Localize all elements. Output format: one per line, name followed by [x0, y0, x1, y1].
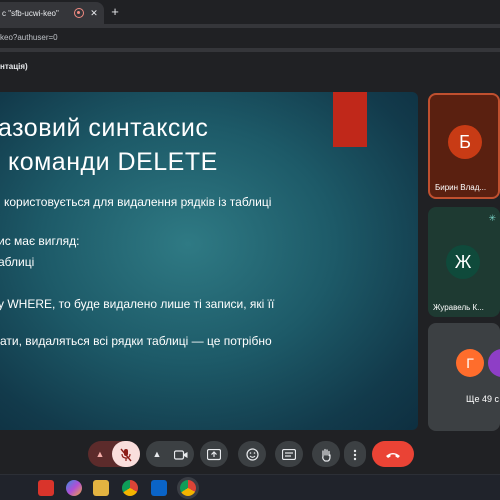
more-vert-icon — [353, 449, 357, 461]
outlook-icon[interactable] — [151, 480, 167, 496]
tab-title: c "sfb-ucwi-keo" — [2, 8, 59, 18]
avatar: Ж — [446, 245, 480, 279]
more-options-button[interactable] — [344, 441, 366, 467]
shared-slide: азовий синтаксис команди DELETE користов… — [0, 92, 418, 430]
chevron-up-icon[interactable]: ▲ — [146, 441, 168, 467]
slide-heading-line1: азовий синтаксис — [0, 114, 209, 142]
avatar — [488, 349, 500, 377]
file-explorer-icon[interactable] — [93, 480, 109, 496]
recording-icon — [74, 8, 84, 18]
participant-tile[interactable]: Б Бирин Влад... — [428, 93, 500, 199]
new-tab-button[interactable]: + — [108, 5, 122, 19]
presentation-label: нтація) — [0, 62, 28, 71]
browser-tab-meet[interactable]: c "sfb-ucwi-keo" ✕ — [0, 2, 104, 24]
slide-heading-line2: команди DELETE — [8, 148, 218, 176]
leave-call-button[interactable] — [372, 441, 414, 467]
more-participants-count: Ще 49 с — [466, 394, 499, 404]
participant-name: Журавель К... — [433, 303, 484, 312]
slide-text-line: у WHERE, то буде видалено лише ті записи… — [0, 297, 275, 311]
speaking-indicator-icon: ✳ — [488, 213, 496, 223]
captions-button[interactable] — [275, 441, 303, 467]
raise-hand-icon — [322, 448, 331, 462]
address-bar-row: keo?authuser=0 — [0, 24, 500, 52]
close-tab-icon[interactable]: ✕ — [88, 8, 100, 19]
camera-icon — [173, 450, 188, 460]
participant-name: Бирин Влад... — [435, 183, 487, 192]
raise-hand-button[interactable] — [312, 441, 340, 467]
more-participants-tile[interactable]: Г Ще 49 с — [428, 323, 500, 431]
slide-text-line: користовується для видалення рядків із т… — [4, 195, 272, 209]
emoji-icon — [245, 448, 259, 461]
copilot-icon[interactable] — [66, 480, 82, 496]
camera-toggle-button[interactable] — [168, 441, 194, 467]
chevron-up-icon[interactable]: ▲ — [88, 441, 112, 467]
chrome-active-icon[interactable] — [180, 480, 196, 496]
chrome-icon[interactable] — [122, 480, 138, 496]
mic-toggle-button[interactable] — [112, 441, 140, 467]
slide-accent-bar — [333, 92, 367, 147]
slide-text-line: ис має вигляд: — [0, 234, 80, 248]
wps-icon[interactable] — [38, 480, 54, 496]
avatar: Б — [448, 125, 482, 159]
slide-text-line: аблиці — [0, 255, 35, 269]
hangup-icon — [386, 452, 400, 458]
participant-tile[interactable]: ✳ Ж Журавель К... — [428, 207, 500, 317]
mic-control-group: ▲ — [88, 441, 140, 467]
os-taskbar — [0, 474, 500, 500]
avatar: Г — [456, 349, 484, 377]
slide-text-line: ати, видаляться всі рядки таблиці — це п… — [0, 334, 272, 348]
mic-off-icon — [120, 448, 132, 462]
address-text: keo?authuser=0 — [0, 33, 58, 42]
browser-tab-strip: c "sfb-ucwi-keo" ✕ + — [0, 0, 500, 24]
captions-icon — [281, 449, 297, 461]
present-icon — [206, 448, 222, 460]
camera-control-group: ▲ — [146, 441, 194, 467]
emoji-button[interactable] — [238, 441, 266, 467]
present-button[interactable] — [200, 441, 228, 467]
address-bar[interactable]: keo?authuser=0 — [0, 28, 500, 48]
